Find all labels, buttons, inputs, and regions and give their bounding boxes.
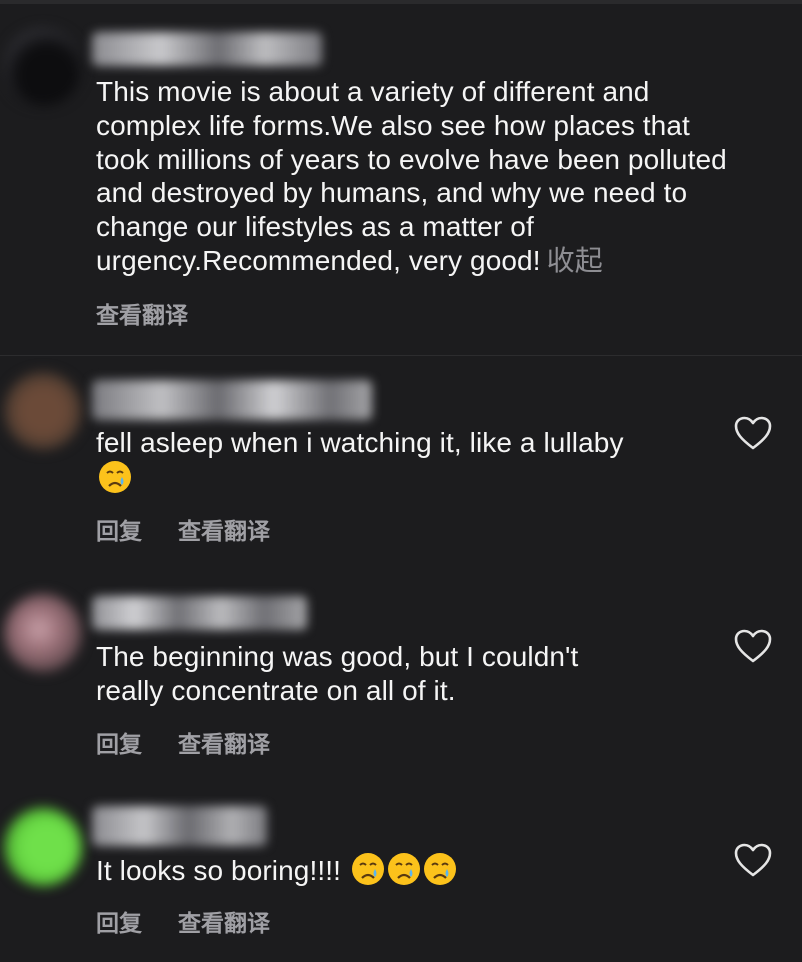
comment-text: It looks so boring!!!! [96, 852, 786, 888]
crying-face-icon [387, 853, 420, 885]
like-heart-icon[interactable] [733, 842, 773, 878]
translate-button[interactable]: 查看翻译 [178, 725, 270, 759]
comment-text: The beginning was good, but I couldn't r… [96, 640, 786, 708]
like-heart-icon[interactable] [733, 628, 773, 664]
comment-actions: 回复 查看翻译 [96, 725, 270, 759]
avatar[interactable] [4, 808, 82, 886]
comment-text: This movie is about a variety of differe… [96, 75, 786, 278]
comment-line: The beginning was good, but I couldn't [96, 641, 579, 672]
username-blurred[interactable] [92, 806, 267, 846]
avatar[interactable] [4, 372, 82, 450]
comment-line: and destroyed by humans, and why we need… [96, 177, 688, 209]
crying-face-icon [99, 460, 131, 493]
comment-actions: 回复 查看翻译 [96, 512, 270, 546]
comment-line: It looks so boring!!!! [96, 855, 341, 886]
comment-line: took millions of years to evolve have be… [96, 143, 727, 175]
like-heart-icon[interactable] [733, 415, 773, 451]
comment-text: fell asleep when i watching it, like a l… [96, 426, 786, 496]
avatar[interactable] [4, 594, 82, 672]
reply-button[interactable]: 回复 [96, 904, 142, 938]
comment-line: change our lifestyles as a matter of [96, 211, 534, 243]
crying-face-icon [423, 853, 456, 885]
comment-line: fell asleep when i watching it, like a l… [96, 427, 624, 458]
translate-button[interactable]: 查看翻译 [178, 904, 270, 938]
reply-button[interactable]: 回复 [96, 725, 142, 759]
comment-actions: 回复 查看翻译 [96, 904, 270, 938]
comment-line: This movie is about a variety of differe… [96, 76, 650, 107]
avatar[interactable] [4, 28, 82, 106]
translate-button[interactable]: 查看翻译 [96, 296, 188, 330]
comment-line: really concentrate on all of it. [96, 674, 456, 706]
reply-button[interactable]: 回复 [96, 512, 142, 546]
divider [0, 355, 802, 356]
top-divider [0, 0, 802, 4]
username-blurred[interactable] [92, 32, 322, 66]
username-blurred[interactable] [92, 596, 307, 630]
comment-actions: 查看翻译 [96, 296, 188, 330]
comment-line: urgency.Recommended, very good! [96, 244, 541, 276]
crying-face-icon [351, 853, 384, 885]
username-blurred[interactable] [92, 380, 372, 420]
collapse-link[interactable]: 收起 [547, 245, 603, 276]
translate-button[interactable]: 查看翻译 [178, 512, 270, 546]
comment-line: complex life forms.We also see how place… [96, 109, 690, 141]
